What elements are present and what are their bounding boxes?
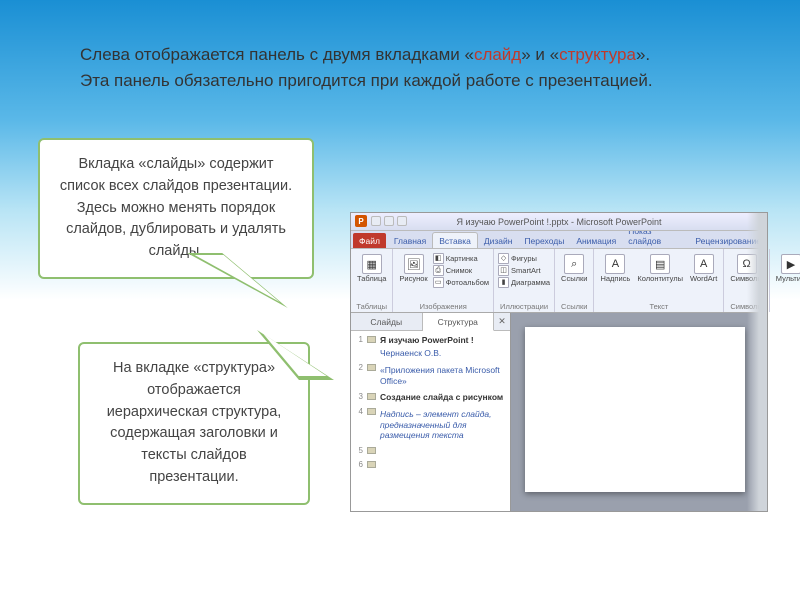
btn-photoalbum[interactable]: ▭Фотоальбом: [433, 277, 489, 288]
tab-home[interactable]: Главная: [388, 233, 432, 248]
shapes-icon: ◇: [498, 253, 509, 264]
btn-screenshot[interactable]: ⎙Снимок: [433, 265, 489, 276]
clipart-icon: ◧: [433, 253, 444, 264]
outline-item[interactable]: 4Надпись – элемент слайда, предназначенн…: [353, 407, 506, 441]
close-panel-button[interactable]: ✕: [494, 313, 510, 330]
picture-icon: 🖼: [404, 254, 424, 274]
tab-insert[interactable]: Вставка: [432, 232, 478, 248]
tab-file[interactable]: Файл: [353, 233, 386, 248]
slide-icon: [367, 364, 376, 371]
btn-media[interactable]: ▶Мультим: [774, 253, 800, 284]
window-titlebar: P Я изучаю PowerPoint !.pptx - Microsoft…: [351, 213, 767, 231]
btn-shapes[interactable]: ◇Фигуры: [498, 253, 550, 264]
album-icon: ▭: [433, 277, 444, 288]
ribbon-group-images: 🖼Рисунок ◧Картинка ⎙Снимок ▭Фотоальбом И…: [393, 249, 494, 312]
left-panel: Слайды Структура ✕ 1Я изучаю PowerPoint …: [351, 313, 511, 511]
wordart-icon: A: [694, 254, 714, 274]
slide-canvas[interactable]: [525, 327, 745, 492]
chart-icon: ▮: [498, 277, 509, 288]
ribbon-group-illustrations: ◇Фигуры ◫SmartArt ▮Диаграмма Иллюстрации: [494, 249, 555, 312]
btn-smartart[interactable]: ◫SmartArt: [498, 265, 550, 276]
tab-review[interactable]: Рецензирование: [689, 233, 767, 248]
slide-canvas-area: [511, 313, 767, 511]
slide-icon: [367, 461, 376, 468]
table-icon: ▦: [362, 254, 382, 274]
quick-access-toolbar: [371, 216, 407, 226]
ribbon-body: ▦Таблица Таблицы 🖼Рисунок ◧Картинка ⎙Сни…: [351, 249, 767, 313]
headerfooter-icon: ▤: [650, 254, 670, 274]
ribbon-group-tables: ▦Таблица Таблицы: [351, 249, 393, 312]
header-description: Слева отображается панель с двумя вкладк…: [80, 42, 720, 93]
screenshot-icon: ⎙: [433, 265, 444, 276]
textbox-icon: A: [605, 254, 625, 274]
btn-symbols[interactable]: ΩСимволы: [728, 253, 764, 284]
btn-chart[interactable]: ▮Диаграмма: [498, 277, 550, 288]
outline-item[interactable]: 6: [353, 460, 506, 469]
ribbon-group-text: AНадпись ▤Колонтитулы AWordArt Текст: [594, 249, 724, 312]
link-icon: ⌕: [564, 254, 584, 274]
btn-textbox[interactable]: AНадпись: [598, 253, 632, 284]
tab-design[interactable]: Дизайн: [478, 233, 519, 248]
slide-icon: [367, 408, 376, 415]
callout-slides-tab: Вкладка «слайды» содержит список всех сл…: [38, 138, 314, 279]
slide-icon: [367, 393, 376, 400]
callout-structure-tab: На вкладке «структура» отображается иера…: [78, 342, 310, 505]
btn-table[interactable]: ▦Таблица: [355, 253, 388, 284]
ribbon-group-media: ▶Мультим: [770, 249, 800, 312]
btn-wordart[interactable]: AWordArt: [688, 253, 719, 284]
tab-animations[interactable]: Анимация: [570, 233, 622, 248]
media-icon: ▶: [781, 254, 800, 274]
outline-item[interactable]: 1Я изучаю PowerPoint !Чернаенск О.В.: [353, 335, 506, 358]
tab-slides-panel[interactable]: Слайды: [351, 313, 423, 330]
slide-icon: [367, 447, 376, 454]
tab-structure-panel[interactable]: Структура: [423, 313, 495, 331]
smartart-icon: ◫: [498, 265, 509, 276]
ribbon-tabs: Файл Главная Вставка Дизайн Переходы Ани…: [351, 231, 767, 249]
outline-list: 1Я изучаю PowerPoint !Чернаенск О.В. 2«П…: [351, 331, 510, 511]
btn-picture[interactable]: 🖼Рисунок: [397, 253, 429, 284]
outline-item[interactable]: 5: [353, 446, 506, 455]
window-title: Я изучаю PowerPoint !.pptx - Microsoft P…: [456, 217, 661, 227]
slide-icon: [367, 336, 376, 343]
tab-transitions[interactable]: Переходы: [518, 233, 570, 248]
outline-item[interactable]: 2«Приложения пакета Microsoft Office»: [353, 363, 506, 386]
ribbon-group-links: ⌕Ссылки Ссылки: [555, 249, 594, 312]
powerpoint-screenshot: P Я изучаю PowerPoint !.pptx - Microsoft…: [350, 212, 768, 512]
btn-headerfooter[interactable]: ▤Колонтитулы: [635, 253, 685, 284]
btn-clipart[interactable]: ◧Картинка: [433, 253, 489, 264]
powerpoint-icon: P: [355, 215, 367, 227]
ribbon-group-symbols: ΩСимволы Символы: [724, 249, 769, 312]
outline-item[interactable]: 3Создание слайда с рисунком: [353, 392, 506, 403]
btn-links[interactable]: ⌕Ссылки: [559, 253, 589, 284]
symbol-icon: Ω: [737, 254, 757, 274]
